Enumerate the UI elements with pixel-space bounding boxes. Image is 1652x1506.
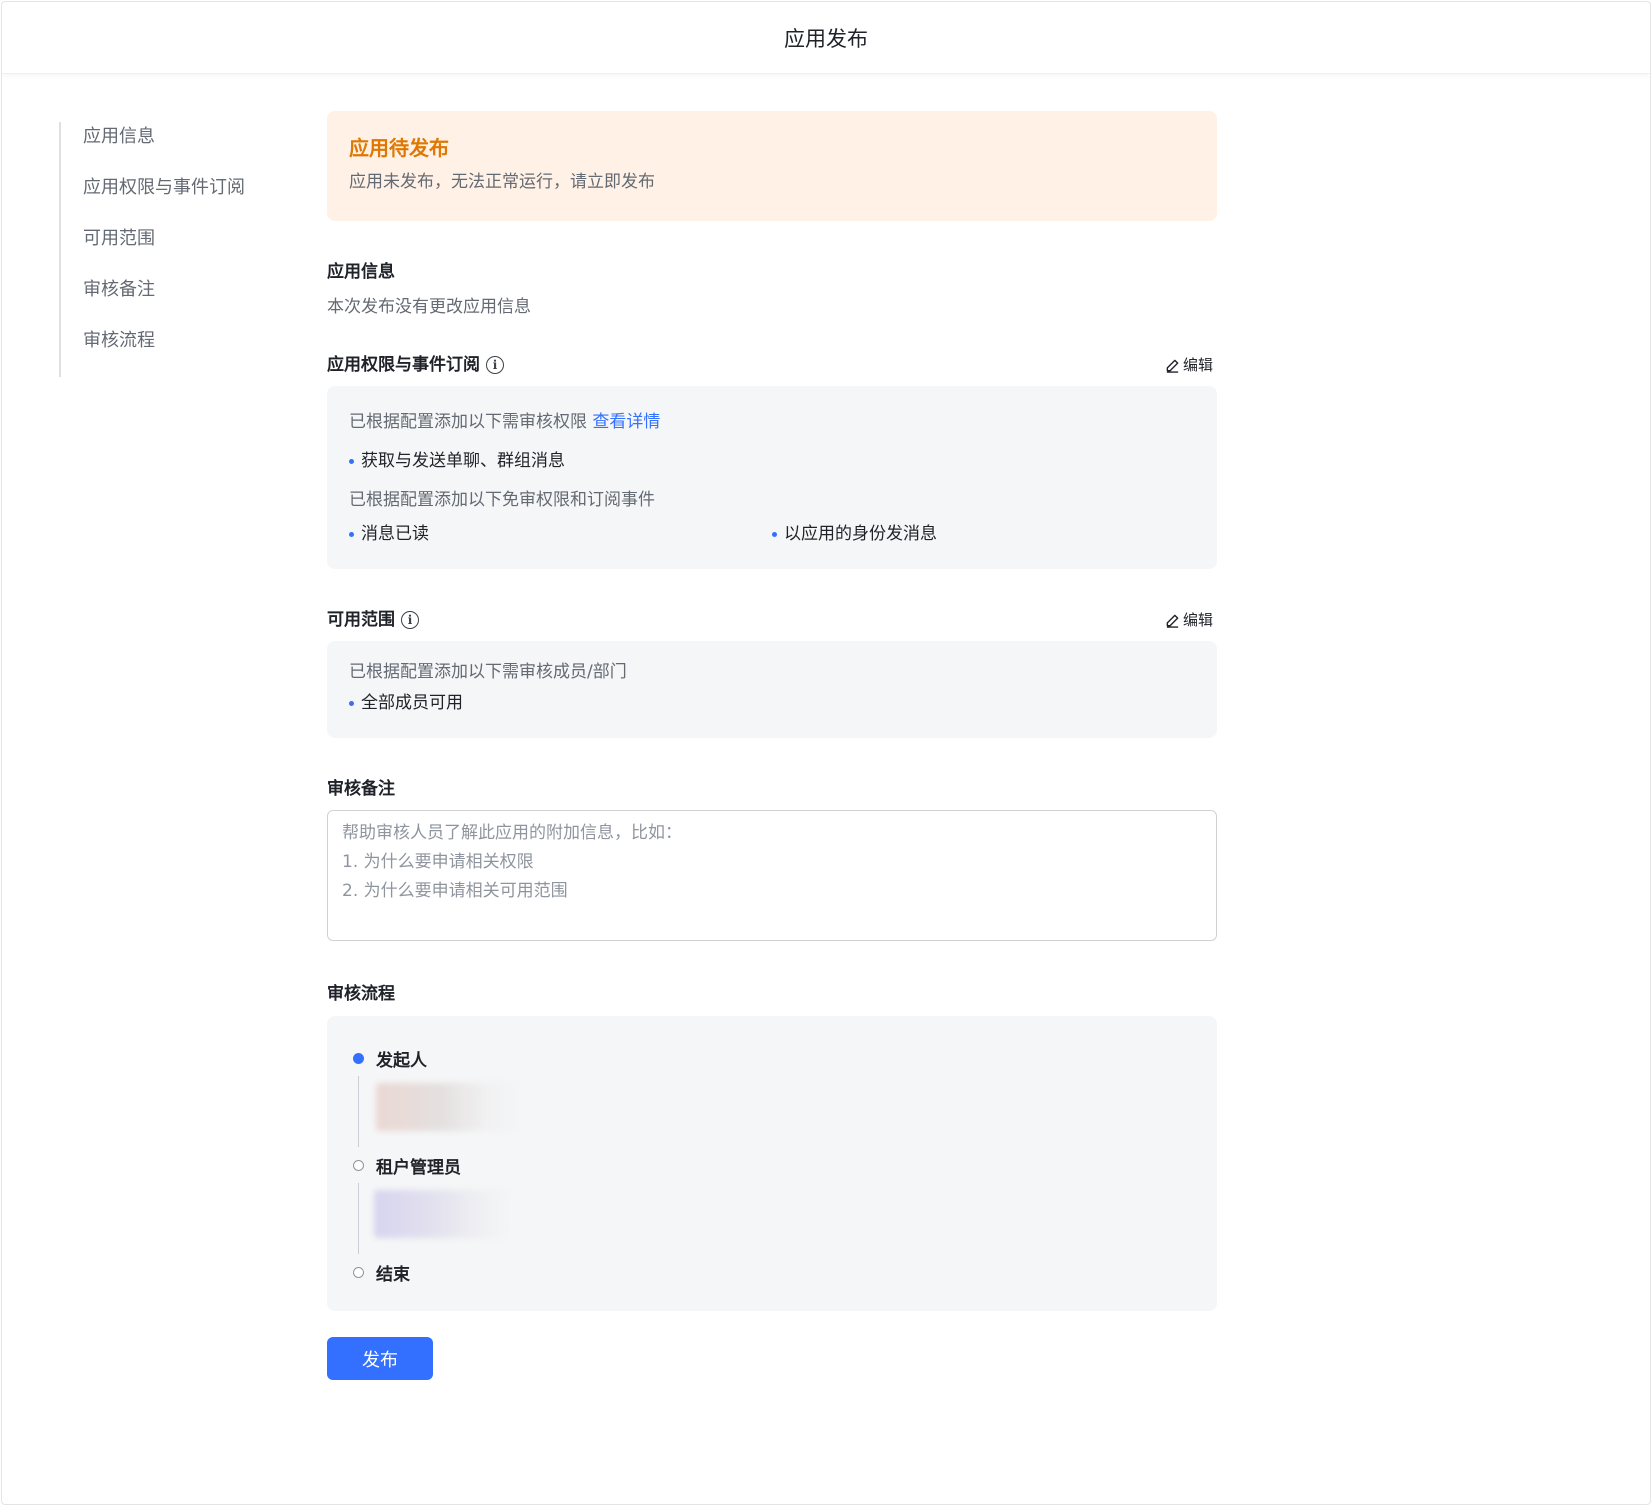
step-body: [353, 1072, 1191, 1151]
nav-item-remark[interactable]: 审核备注: [83, 275, 245, 326]
flow-title: 审核流程: [327, 984, 395, 1004]
flow-step: 结束: [353, 1258, 1191, 1286]
list-item: 消息已读: [349, 520, 772, 548]
free-permissions-intro: 已根据配置添加以下免审权限和订阅事件: [349, 490, 655, 510]
step-dot-active: [353, 1052, 364, 1064]
scope-edit-label: 编辑: [1182, 611, 1213, 629]
flow-step: 发起人: [353, 1044, 1191, 1072]
main-content: 应用待发布 应用未发布，无法正常运行，请立即发布 应用信息 本次发布没有更改应用…: [327, 111, 1217, 1380]
step-dot: [353, 1159, 364, 1171]
info-circle-icon[interactable]: i: [486, 356, 504, 374]
app-window: 应用发布 应用信息 应用权限与事件订阅 可用范围 审核备注 审核流程 应用待发布…: [1, 1, 1651, 1505]
blurred-user-avatar: [376, 1083, 521, 1131]
list-item: 以应用的身份发消息: [772, 520, 1195, 548]
list-item: 全部成员可用: [349, 689, 1195, 717]
app-info-title: 应用信息: [327, 262, 395, 282]
nav-item-app-info[interactable]: 应用信息: [83, 122, 245, 173]
scope-section: 可用范围 i 编辑 已根据配置添加以下需审核成员/部门 全部成员可用: [327, 607, 1217, 738]
nav-item-scope[interactable]: 可用范围: [83, 224, 245, 275]
view-details-link[interactable]: 查看详情: [592, 412, 660, 432]
app-info-section: 应用信息 本次发布没有更改应用信息: [327, 259, 1217, 320]
permissions-edit-button[interactable]: 编辑: [1165, 352, 1213, 378]
scope-panel: 已根据配置添加以下需审核成员/部门 全部成员可用: [327, 641, 1217, 738]
remark-section: 审核备注: [327, 776, 1217, 941]
step-label: 结束: [376, 1264, 410, 1285]
timeline-connector: [358, 1183, 359, 1254]
pencil-icon: [1166, 614, 1179, 628]
permissions-section: 应用权限与事件订阅 i 编辑 已根据配置添加以下需审核权限 查看详情 获取与发送…: [327, 352, 1217, 569]
info-circle-icon[interactable]: i: [401, 611, 419, 629]
page-header: 应用发布: [2, 2, 1650, 74]
pencil-icon: [1166, 359, 1179, 373]
scope-edit-button[interactable]: 编辑: [1165, 607, 1213, 633]
pending-alert: 应用待发布 应用未发布，无法正常运行，请立即发布: [327, 111, 1217, 221]
alert-description: 应用未发布，无法正常运行，请立即发布: [349, 172, 655, 192]
timeline-connector: [358, 1076, 359, 1147]
page-title: 应用发布: [784, 26, 868, 51]
section-nav: 应用信息 应用权限与事件订阅 可用范围 审核备注 审核流程: [59, 122, 245, 377]
review-permissions-intro: 已根据配置添加以下需审核权限: [349, 412, 587, 432]
step-body: [353, 1179, 1191, 1258]
step-label: 发起人: [376, 1050, 427, 1071]
blurred-user-avatar: [374, 1190, 509, 1238]
flow-step: 租户管理员: [353, 1151, 1191, 1179]
scope-intro: 已根据配置添加以下需审核成员/部门: [349, 662, 627, 682]
step-dot: [353, 1266, 364, 1278]
nav-item-flow[interactable]: 审核流程: [83, 326, 245, 377]
alert-title: 应用待发布: [349, 136, 449, 160]
permissions-panel: 已根据配置添加以下需审核权限 查看详情 获取与发送单聊、群组消息 已根据配置添加…: [327, 386, 1217, 569]
permissions-title: 应用权限与事件订阅: [327, 355, 480, 375]
flow-section: 审核流程 发起人 租户管理员 结束: [327, 981, 1217, 1311]
remark-textarea[interactable]: [327, 810, 1217, 941]
publish-button[interactable]: 发布: [327, 1337, 433, 1380]
list-item: 获取与发送单聊、群组消息: [349, 447, 1195, 475]
flow-timeline: 发起人 租户管理员 结束: [327, 1016, 1217, 1311]
step-label: 租户管理员: [376, 1157, 461, 1178]
permissions-edit-label: 编辑: [1182, 356, 1213, 374]
app-info-text: 本次发布没有更改应用信息: [327, 297, 531, 317]
scope-title: 可用范围: [327, 610, 395, 630]
remark-title: 审核备注: [327, 779, 395, 799]
nav-item-permissions[interactable]: 应用权限与事件订阅: [83, 173, 245, 224]
